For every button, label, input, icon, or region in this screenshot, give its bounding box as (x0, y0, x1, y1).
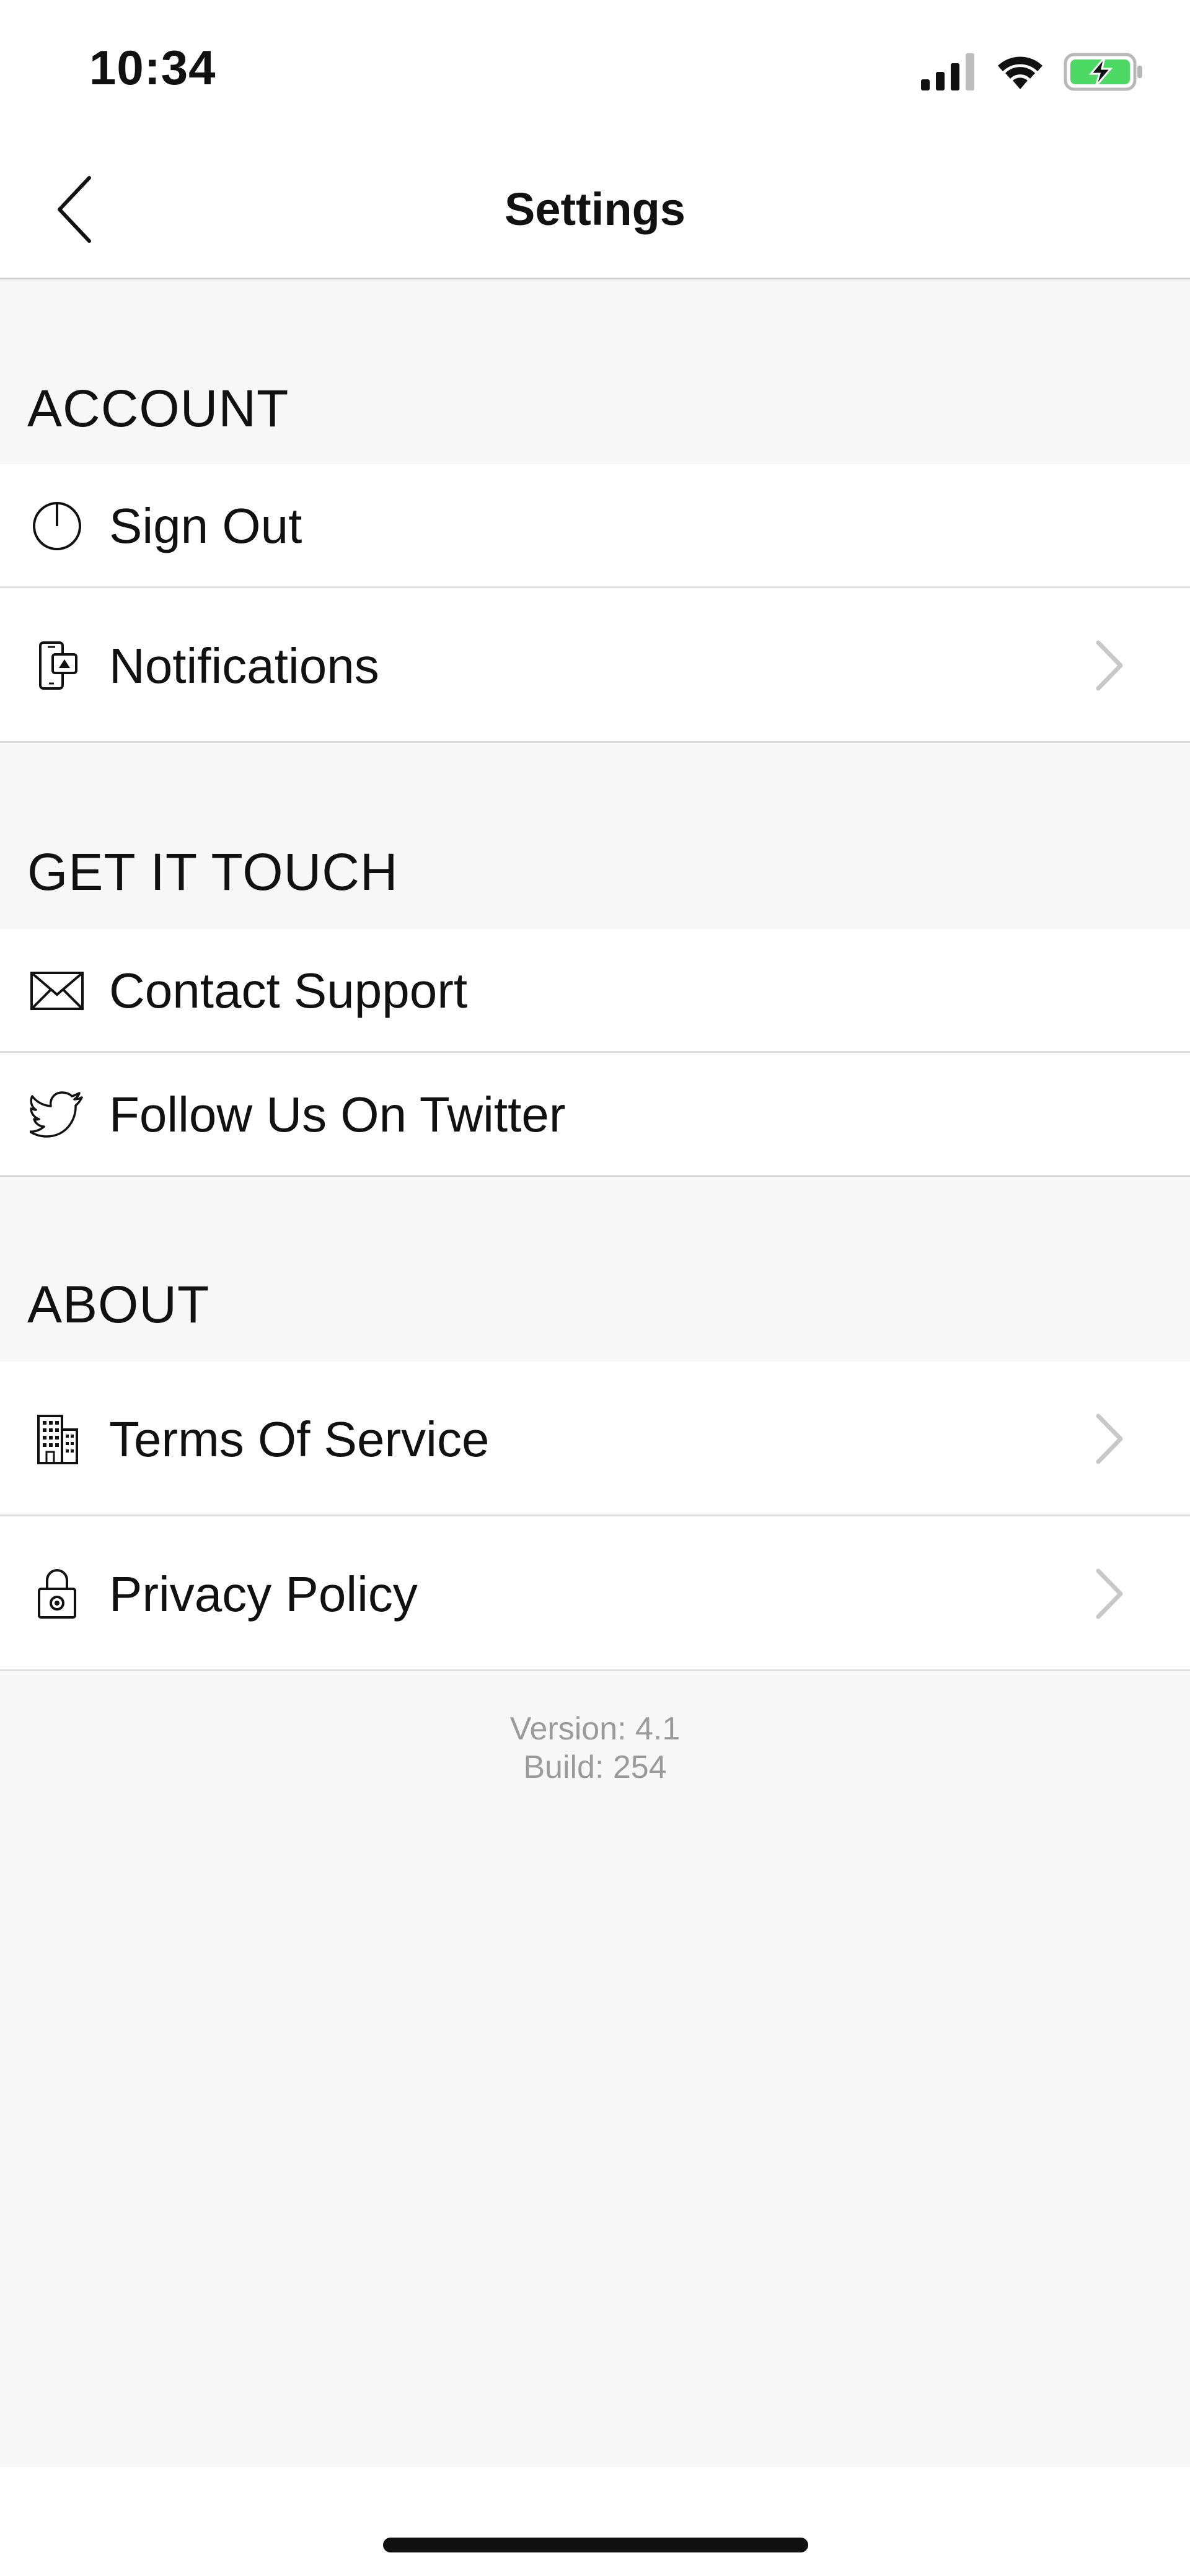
sign-out-row[interactable]: Sign Out (0, 464, 1190, 588)
chevron-right-icon (1096, 1568, 1123, 1619)
version-text: Version: 4.1 (509, 1711, 681, 1747)
contact-support-label: Contact Support (109, 963, 468, 1018)
follow-twitter-label: Follow Us On Twitter (109, 1087, 566, 1142)
terms-of-service-label: Terms Of Service (109, 1412, 490, 1467)
battery-charging-icon (1064, 53, 1144, 94)
contact-support-row[interactable]: Contact Support (0, 929, 1190, 1053)
privacy-policy-row[interactable]: Privacy Policy (0, 1516, 1190, 1671)
phone-notification-icon (27, 636, 87, 695)
section-header-account: ACCOUNT (27, 379, 289, 437)
home-indicator[interactable] (383, 2538, 808, 2552)
build-text: Build: 254 (523, 1749, 667, 1785)
chevron-right-icon (1096, 1413, 1123, 1464)
envelope-icon (27, 961, 87, 1021)
status-bar: 10:34 (0, 0, 1190, 139)
home-indicator-area (0, 2467, 1190, 2576)
cellular-signal-icon (921, 53, 977, 94)
chevron-right-icon (1096, 640, 1123, 691)
lock-icon (27, 1564, 87, 1624)
notifications-row[interactable]: Notifications (0, 588, 1190, 743)
page-title: Settings (505, 183, 685, 235)
navigation-bar: Settings (0, 139, 1190, 279)
section-header-get-in-touch: GET IT TOUCH (27, 843, 399, 901)
notifications-label: Notifications (109, 638, 379, 693)
follow-twitter-row[interactable]: Follow Us On Twitter (0, 1053, 1190, 1177)
settings-content: ACCOUNT Sign Out Notifications GET IT TO… (0, 279, 1190, 2467)
twitter-bird-icon (27, 1085, 87, 1145)
building-icon (27, 1409, 87, 1469)
version-info: Version: 4.1 Build: 254 (0, 1710, 1190, 1787)
section-header-about: ABOUT (27, 1275, 210, 1334)
wifi-icon (995, 53, 1045, 94)
terms-of-service-row[interactable]: Terms Of Service (0, 1361, 1190, 1516)
power-icon (27, 496, 87, 556)
status-time: 10:34 (89, 40, 216, 95)
privacy-policy-label: Privacy Policy (109, 1567, 418, 1622)
sign-out-label: Sign Out (109, 498, 302, 553)
status-icons (921, 50, 1144, 97)
